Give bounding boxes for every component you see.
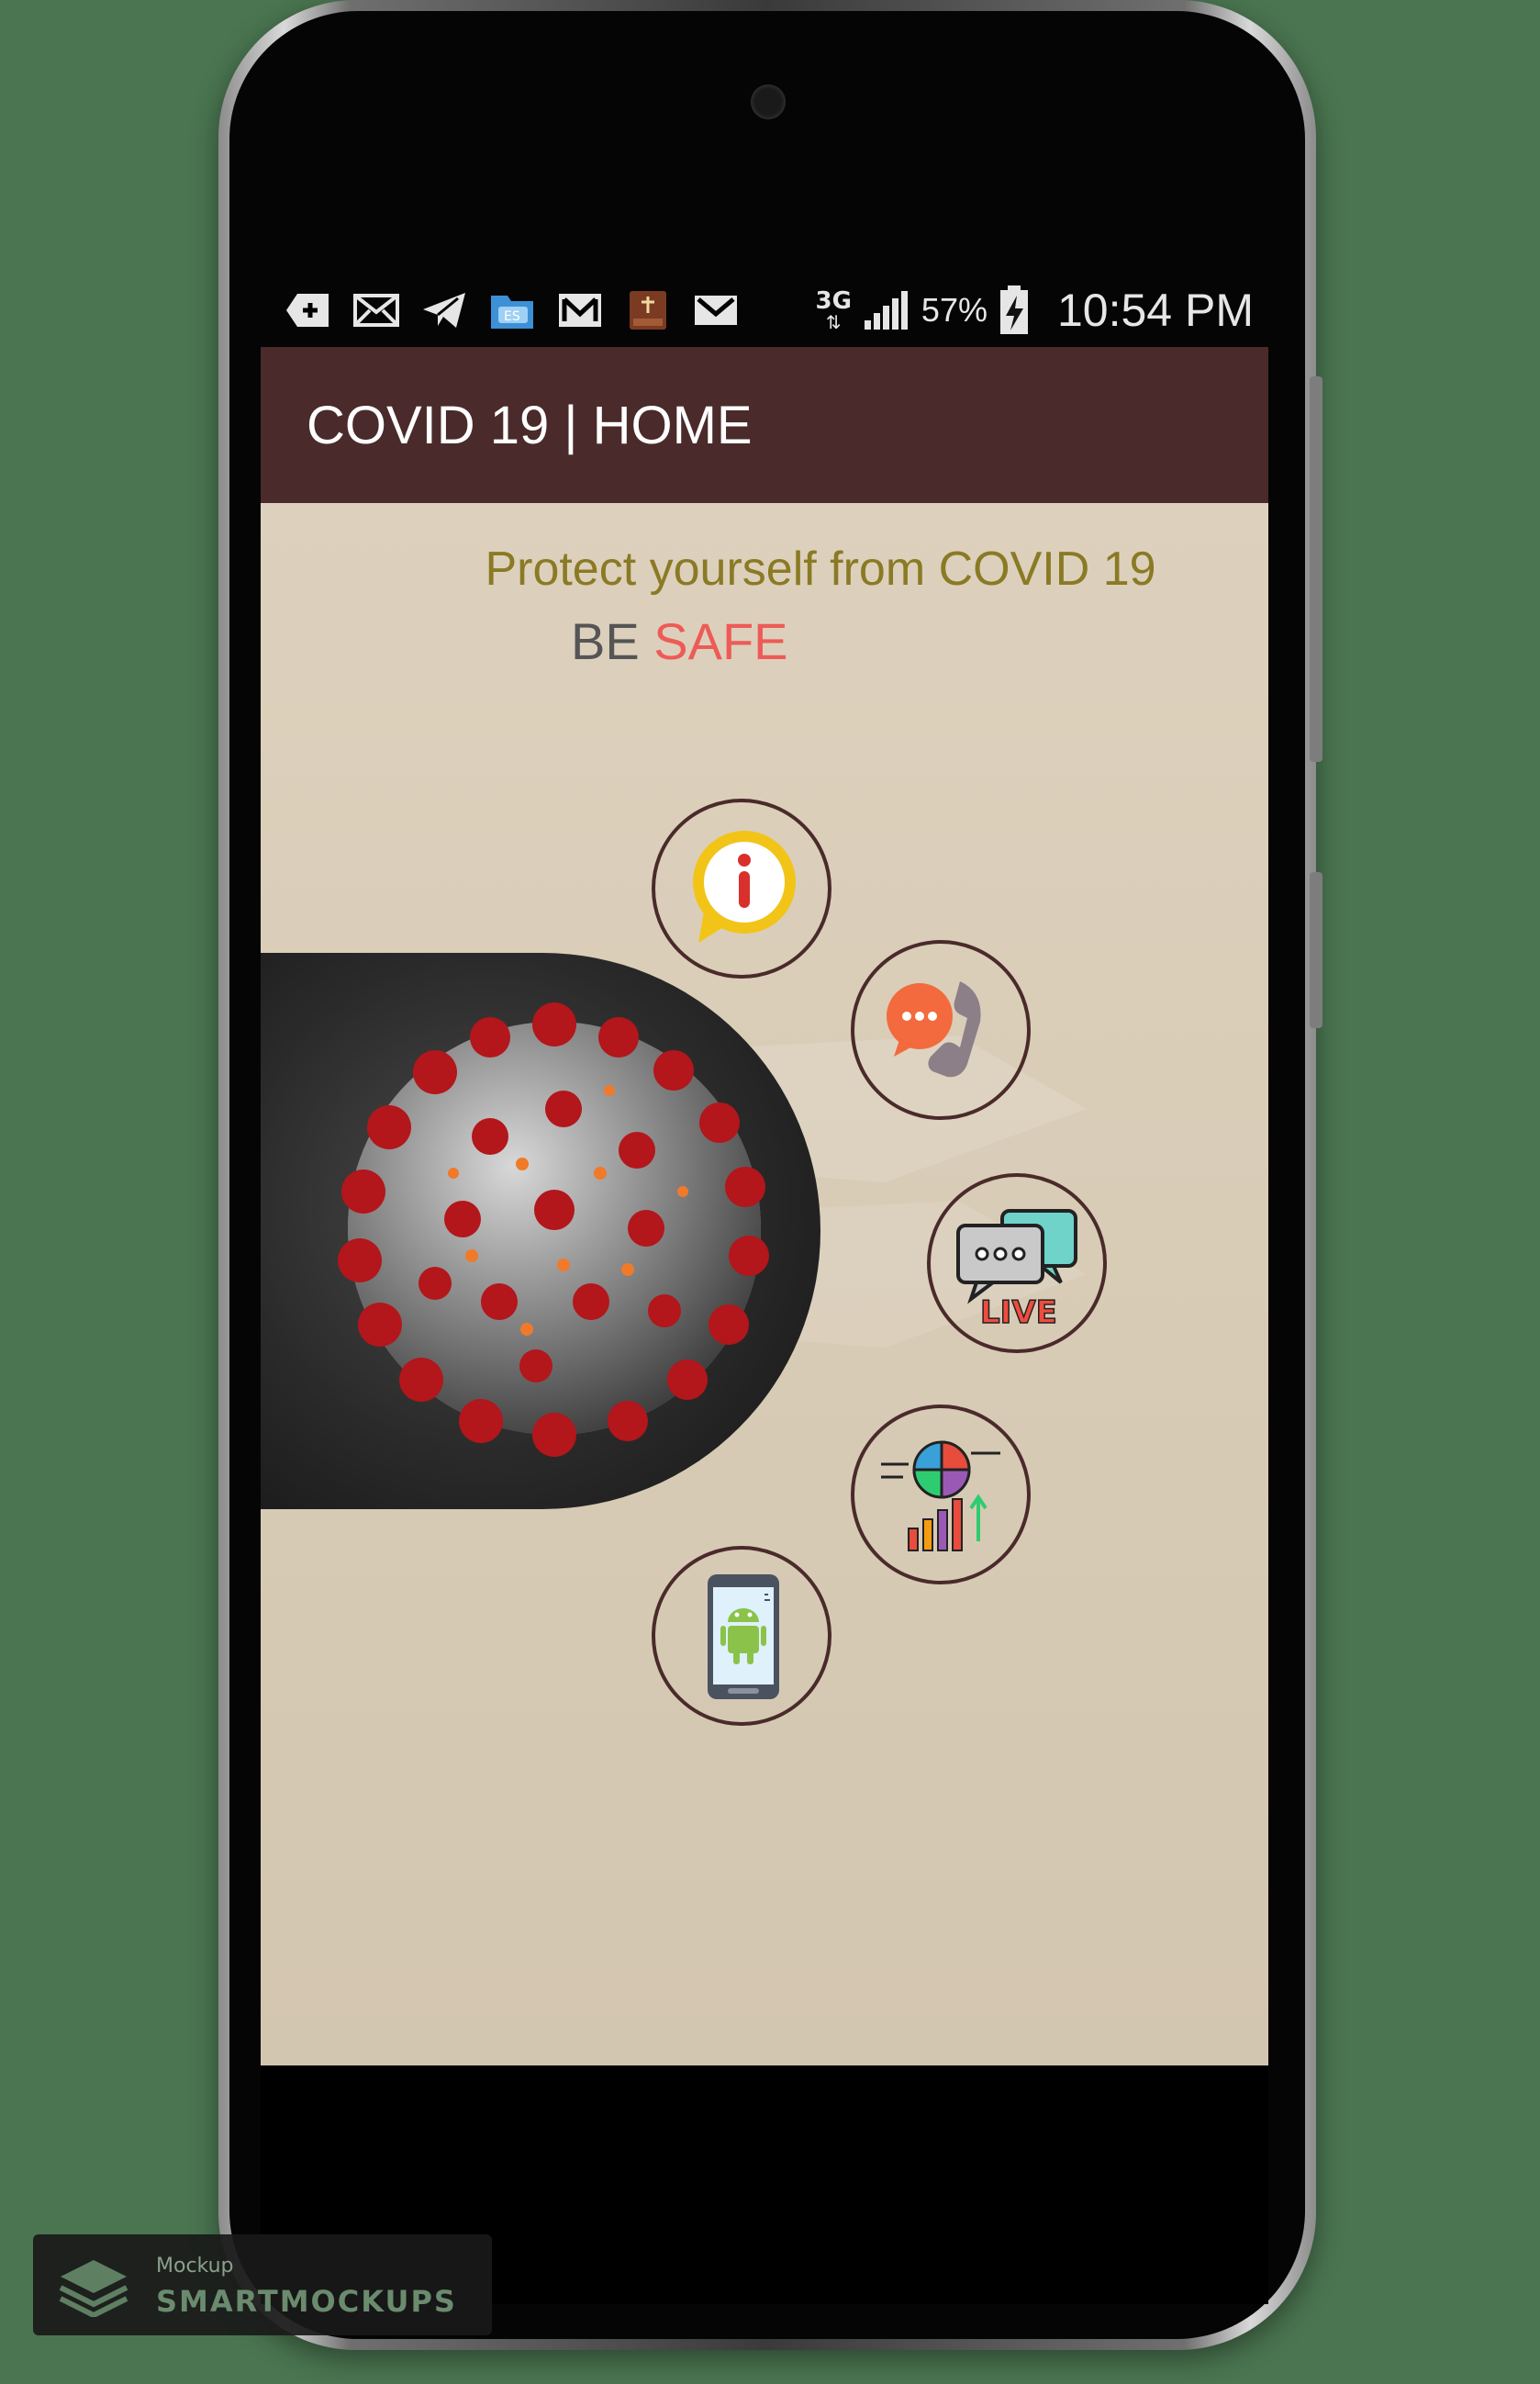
telegram-icon	[420, 290, 468, 330]
front-camera	[751, 84, 786, 119]
battery-percent: 57%	[921, 291, 988, 329]
volume-button	[1310, 872, 1322, 1028]
layers-logo-icon	[59, 2260, 128, 2317]
email-icon	[692, 290, 740, 330]
info-button[interactable]	[652, 799, 831, 979]
app-bar: COVID 19 | HOME	[261, 347, 1268, 503]
safe-word: SAFE	[653, 612, 788, 670]
gmail-icon	[556, 290, 604, 330]
notification-icons: ES	[285, 290, 740, 330]
stats-chart-icon	[881, 1440, 1000, 1551]
live-chat-button[interactable]: LIVE	[927, 1173, 1107, 1353]
watermark-small-text: Mockup	[156, 2255, 234, 2278]
data-arrows-icon: ⇅	[825, 311, 842, 333]
home-content: Protect yourself from COVID 19 BE SAFE L…	[261, 503, 1268, 2065]
network-label: 3G	[815, 287, 852, 315]
call-button[interactable]	[851, 940, 1031, 1120]
status-bar: ES 3G ⇅ 57% 10:54 PM	[261, 275, 1270, 345]
status-right: 3G ⇅ 57% 10:54 PM	[815, 284, 1254, 337]
power-button	[1310, 376, 1322, 762]
statistics-button[interactable]	[851, 1405, 1031, 1584]
phone-chat-icon	[887, 981, 981, 1078]
watermark-big-text: SMARTMOCKUPS	[156, 2284, 457, 2319]
clock: 10:54 PM	[1056, 285, 1254, 336]
info-icon	[693, 831, 796, 943]
headline: Protect yourself from COVID 19	[485, 543, 1156, 596]
signal-icon	[864, 291, 908, 330]
svg-text:ES: ES	[504, 309, 520, 324]
svg-text:LIVE: LIVE	[980, 1294, 1057, 1331]
file-manager-icon: ES	[488, 290, 536, 330]
be-word: BE	[571, 612, 640, 670]
android-phone-icon	[708, 1574, 779, 1699]
bible-app-icon	[624, 290, 672, 330]
android-app-button[interactable]	[652, 1546, 831, 1726]
live-chat-icon: LIVE	[956, 1209, 1077, 1332]
page-title: COVID 19 | HOME	[307, 395, 753, 455]
add-notification-icon	[285, 290, 332, 330]
watermark: Mockup SMARTMOCKUPS	[33, 2234, 492, 2335]
coronavirus-image	[261, 953, 820, 1509]
be-safe-slogan: BE SAFE	[571, 611, 788, 671]
mail-icon	[352, 290, 400, 330]
battery-charging-icon	[999, 285, 1028, 334]
network-indicator: 3G ⇅	[815, 289, 851, 331]
